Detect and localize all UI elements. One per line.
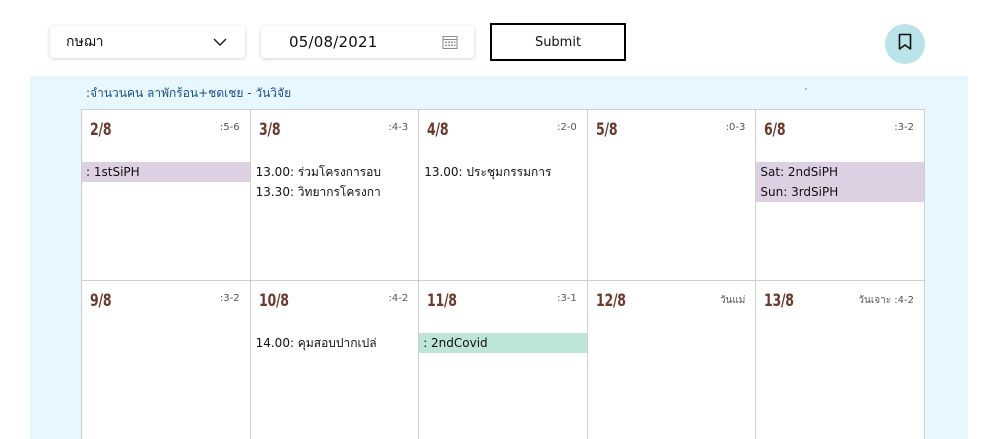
calendar-legend: :จำนวนคน ลาพักร้อน+ชดเชย - วันวิจัย bbox=[86, 86, 292, 100]
day-number: 3/8 bbox=[258, 120, 281, 140]
calendar-day-cell[interactable]: 5/8 :0-3 bbox=[587, 110, 757, 281]
calendar-event[interactable]: Sun: 3rdSiPH bbox=[756, 182, 924, 202]
day-meta: :3-2 bbox=[894, 122, 914, 133]
toolbar: กษฌา 05/08/2021 Submit bbox=[0, 0, 1000, 76]
calendar-event[interactable]: : 1stSiPH bbox=[82, 162, 250, 182]
chevron-down-icon bbox=[213, 37, 227, 47]
event-list: Sat: 2ndSiPH Sun: 3rdSiPH bbox=[756, 162, 924, 202]
calendar-event[interactable]: : 2ndCovid bbox=[419, 333, 587, 353]
day-meta: :4-2 bbox=[388, 293, 409, 304]
day-meta: :3-2 bbox=[219, 293, 240, 304]
calendar-day-cell[interactable]: 3/8 :4-3 13.00: ร่วมโครงการอบ 13.30: วิทยาก… bbox=[250, 110, 420, 281]
bookmark-icon bbox=[898, 33, 912, 55]
calendar-day-cell[interactable]: 4/8 :2-0 13.00: ประชุมกรรมการ bbox=[419, 110, 588, 281]
calendar-event[interactable]: Sat: 2ndSiPH bbox=[756, 162, 924, 182]
calendar-event[interactable]: 13.00: ร่วมโครงการอบ bbox=[251, 162, 419, 182]
calendar-icon[interactable] bbox=[442, 34, 458, 50]
date-input-value: 05/08/2021 bbox=[289, 33, 378, 51]
calendar-event[interactable]: 13.00: ประชุมกรรมการ bbox=[419, 162, 587, 182]
day-meta: :5-6 bbox=[219, 122, 240, 133]
event-list: 13.00: ร่วมโครงการอบ 13.30: วิทยากรโครงกา bbox=[251, 162, 419, 202]
day-number: 4/8 bbox=[427, 120, 449, 140]
event-list: : 1stSiPH bbox=[82, 162, 250, 182]
calendar-day-cell[interactable]: 10/8 :4-2 14.00: คุมสอบปากเปล่ bbox=[250, 281, 420, 439]
bookmark-button[interactable] bbox=[885, 24, 925, 64]
day-number: 12/8 bbox=[595, 291, 626, 311]
day-number: 9/8 bbox=[90, 291, 112, 311]
day-meta: :2-0 bbox=[557, 122, 577, 133]
calendar-grid: 2/8 :5-6 : 1stSiPH 3/8 :4-3 13.00: ร่วมโครงกา… bbox=[81, 109, 925, 439]
day-number: 11/8 bbox=[427, 291, 457, 311]
day-number: 5/8 bbox=[595, 120, 618, 140]
month-select-label: กษฌา bbox=[66, 34, 104, 50]
month-select[interactable]: กษฌา bbox=[50, 26, 245, 58]
calendar-day-cell[interactable]: 13/8 วันเจาะ :4-2 bbox=[756, 281, 925, 439]
calendar-event[interactable]: 13.30: วิทยากรโครงกา bbox=[251, 182, 419, 202]
day-meta: :4-3 bbox=[388, 122, 409, 133]
calendar-event[interactable]: 14.00: คุมสอบปากเปล่ bbox=[251, 333, 419, 353]
calendar-day-cell[interactable]: 2/8 :5-6 : 1stSiPH bbox=[82, 110, 251, 281]
day-meta: วันเจาะ :4-2 bbox=[858, 295, 914, 306]
calendar-day-cell[interactable]: 11/8 :3-1 : 2ndCovid bbox=[419, 281, 588, 439]
day-meta: :0-3 bbox=[725, 122, 746, 133]
day-meta: วันแม่ bbox=[719, 295, 746, 306]
event-list: 14.00: คุมสอบปากเปล่ bbox=[251, 333, 419, 353]
date-input[interactable]: 05/08/2021 bbox=[261, 26, 474, 58]
event-list: 13.00: ประชุมกรรมการ bbox=[419, 162, 587, 182]
day-meta: :3-1 bbox=[557, 293, 577, 304]
calendar-day-cell[interactable]: 6/8 :3-2 Sat: 2ndSiPH Sun: 3rdSiPH bbox=[756, 110, 925, 281]
decorative-dot bbox=[805, 88, 807, 90]
day-number: 10/8 bbox=[258, 291, 289, 311]
submit-button[interactable]: Submit bbox=[490, 23, 626, 61]
calendar-day-cell[interactable]: 12/8 วันแม่ bbox=[587, 281, 757, 439]
event-list: : 2ndCovid bbox=[419, 333, 587, 353]
calendar-day-cell[interactable]: 9/8 :3-2 bbox=[82, 281, 251, 439]
day-number: 6/8 bbox=[764, 120, 786, 140]
day-number: 13/8 bbox=[764, 291, 795, 311]
day-number: 2/8 bbox=[90, 120, 112, 140]
